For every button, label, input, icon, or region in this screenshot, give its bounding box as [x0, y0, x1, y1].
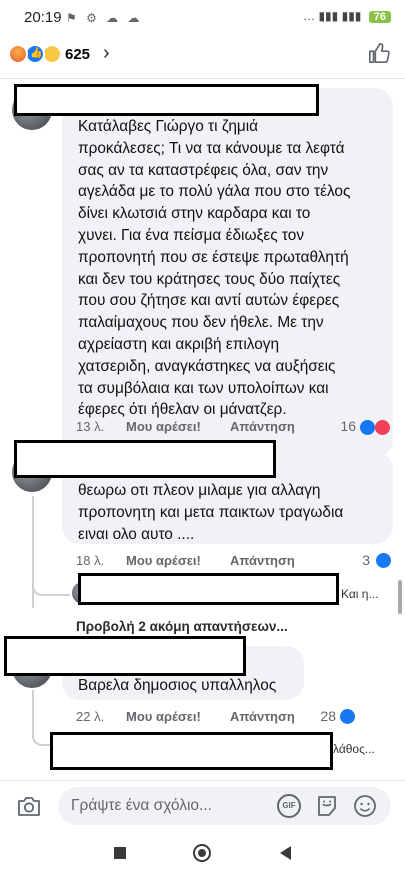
android-nav-bar: [0, 830, 405, 878]
comment-line: παλαίμαχους που δεν ήθελε. Με την: [78, 314, 324, 332]
comment-line: τα συμβόλαια και των υπολοίπων και: [78, 379, 329, 397]
back-button[interactable]: [280, 846, 291, 860]
comment-line: και δεν του κράτησες τους δύο παίχτες: [78, 270, 341, 288]
comment-line: που σου ζήτησε και αντί αυτών έφερες: [78, 292, 340, 310]
comment-input[interactable]: Γράψτε ένα σχόλιο... GIF: [58, 787, 391, 825]
reply-preview[interactable]: Και η...: [341, 587, 378, 601]
status-bar: 20:19 ⚑ ⚙ ☁ ☁ … ▮▮▮ ▮▮▮ 76: [0, 0, 405, 34]
comment-input-placeholder: Γράψτε ένα σχόλιο...: [71, 797, 212, 814]
header-divider: [0, 78, 405, 79]
comment-line: Βαρελα δημοσιος υπαλληλος: [78, 677, 277, 694]
comment-line: θεωρω οτι πλεον μιλαμε για αλλαγη: [78, 482, 321, 499]
comment-line: σας αν τα καταστρέφεις όλα, σαν την: [78, 161, 329, 179]
status-time: 20:19: [24, 9, 62, 26]
love-reaction-icon: [375, 420, 390, 435]
thread-connector: [32, 578, 70, 596]
comment-line: αγελάδα με το πολύ γάλα που στο τέλος: [78, 183, 351, 201]
comment-line: χατσεριδη, αναγκάστηκες να αυξήσεις: [78, 357, 336, 375]
comment-line: ειναι ολο αυτο ....: [78, 525, 195, 543]
reply-preview[interactable]: λάθος...: [333, 742, 375, 756]
comment-line: προπονητή που σε έστεψε πρωταθλητή: [78, 248, 349, 266]
view-more-replies-link[interactable]: Προβολή 2 ακόμη απαντήσεων...: [76, 619, 288, 634]
home-button[interactable]: [193, 844, 211, 862]
gif-icon[interactable]: GIF: [277, 794, 301, 818]
redacted-reply-author: [78, 573, 339, 605]
comment-timestamp: 13 λ.: [76, 419, 105, 434]
reaction-count[interactable]: 625: [65, 46, 90, 63]
comment-reaction-count[interactable]: 16: [336, 418, 356, 434]
system-icons: … ▮▮▮ ▮▮▮ 76: [303, 9, 391, 23]
scrollbar[interactable]: [398, 580, 402, 614]
comment-text: Βαρελα δημοσιος υπαλληλος: [78, 675, 276, 697]
comment-reaction-count[interactable]: 28: [310, 708, 336, 724]
chevron-right-icon[interactable]: ›: [103, 42, 110, 65]
haha-reaction-icon[interactable]: [42, 44, 62, 64]
redacted-author-name: [14, 84, 319, 116]
redacted-author-name: [14, 440, 276, 478]
like-link[interactable]: Μου αρέσει!: [126, 553, 201, 568]
comment-line: χυνει. Για ένα πείσμα έδιωξες τον: [78, 226, 305, 244]
like-reaction-icon: [360, 420, 375, 435]
comment-line: δίνει κλωτσιά στην καρδαρα και το: [78, 205, 311, 223]
comment-timestamp: 18 λ.: [76, 553, 105, 568]
comment-line: αχρείαστη και ακριβή επιλογη: [78, 335, 280, 353]
emoji-icon[interactable]: [353, 794, 377, 818]
like-link[interactable]: Μου αρέσει!: [126, 709, 201, 724]
thread-connector: [32, 728, 52, 746]
like-reaction-icon[interactable]: [25, 44, 45, 64]
comment-line: προκάλεσες; Τι να τα κάνουμε τα λεφτά: [78, 139, 345, 157]
reply-link[interactable]: Απάντηση: [230, 709, 295, 724]
camera-icon[interactable]: [16, 793, 42, 819]
recent-apps-button[interactable]: [114, 847, 126, 859]
redacted-author-name: [4, 636, 246, 676]
comment-text: θεωρω οτι πλεον μιλαμε για αλλαγη προπον…: [78, 480, 343, 545]
battery-icon: 76: [368, 11, 391, 23]
like-reaction-icon: [376, 553, 391, 568]
angry-reaction-icon[interactable]: [8, 44, 28, 64]
like-icon[interactable]: [368, 42, 390, 64]
comment-text: Κατάλαβες Γιώργο τι ζημιά προκάλεσες; Τι…: [78, 116, 350, 421]
notification-icons: ⚑ ⚙ ☁ ☁: [66, 11, 143, 25]
comment-composer: Γράψτε ένα σχόλιο... GIF: [0, 780, 405, 830]
comment-line: έφερες ότι ήθελαν οι μάνατζερ.: [78, 401, 287, 419]
comment-timestamp: 22 λ.: [76, 709, 105, 724]
signal-wifi-icons: … ▮▮▮ ▮▮▮: [303, 9, 362, 23]
redacted-reply-author: [50, 732, 333, 770]
reply-link[interactable]: Απάντηση: [230, 553, 295, 568]
comment-line: προπονητη και μετα παικτων τραγωδια: [78, 503, 344, 521]
comment-line: Κατάλαβες Γιώργο τι ζημιά: [78, 118, 259, 135]
reply-link[interactable]: Απάντηση: [230, 419, 295, 434]
like-reaction-icon: [340, 709, 355, 724]
like-link[interactable]: Μου αρέσει!: [126, 419, 201, 434]
sticker-icon[interactable]: [315, 794, 339, 818]
comment-reaction-count[interactable]: 3: [346, 552, 370, 568]
